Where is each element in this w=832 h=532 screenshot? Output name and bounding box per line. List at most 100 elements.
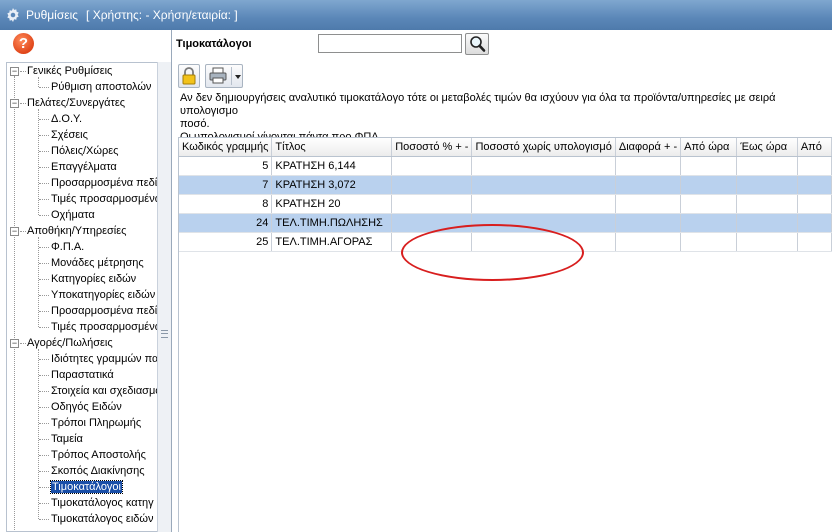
table-cell[interactable]: [797, 232, 832, 252]
table-cell[interactable]: 24: [179, 213, 273, 233]
table-cell[interactable]: [797, 156, 832, 176]
table-cell[interactable]: [797, 175, 832, 195]
table-cell[interactable]: ΤΕΛ.ΤΙΜΗ.ΠΩΛΗΣΗΣ: [271, 213, 393, 233]
tree-section[interactable]: Πελάτες/Συνεργάτες: [27, 95, 125, 111]
tree-item-label: Προσαρμοσμένα πεδί: [51, 305, 157, 317]
table-row[interactable]: 24 ΤΕΛ.ΤΙΜΗ.ΠΩΛΗΣΗΣ: [179, 213, 832, 233]
table-cell[interactable]: [471, 232, 616, 252]
tree-item[interactable]: Τρόπος Αποστολής: [51, 447, 146, 463]
table-cell[interactable]: [680, 213, 738, 233]
tree-item[interactable]: Προσαρμοσμένα πεδί: [51, 175, 157, 191]
table-cell[interactable]: [471, 156, 616, 176]
settings-tree: − Γενικές Ρυθμίσεις Ρύθμιση αποστολών − Πελά…: [6, 62, 157, 532]
table-cell[interactable]: ΤΕΛ.ΤΙΜΗ.ΑΓΟΡΑΣ: [271, 232, 393, 252]
table-cell[interactable]: 7: [179, 175, 273, 195]
table-cell[interactable]: 25: [179, 232, 273, 252]
table-cell[interactable]: [471, 194, 616, 214]
table-cell[interactable]: [680, 232, 738, 252]
tree-item[interactable]: Σκοπός Διακίνησης: [51, 463, 145, 479]
table-cell[interactable]: [615, 232, 682, 252]
table-cell[interactable]: [736, 213, 798, 233]
tree-item[interactable]: Τρόποι Πληρωμής: [51, 415, 141, 431]
table-cell[interactable]: [391, 194, 473, 214]
tree-item[interactable]: Τιμές προσαρμοσμένω: [51, 191, 157, 207]
print-button[interactable]: [205, 64, 243, 88]
tree-item[interactable]: Παραστατικά: [51, 367, 114, 383]
table-cell[interactable]: ΚΡΑΤΗΣΗ 6,144: [271, 156, 393, 176]
table-cell[interactable]: [391, 175, 473, 195]
tree-item[interactable]: Φ.Π.Α.: [51, 239, 84, 255]
tree-connector: [39, 167, 49, 168]
tree-item[interactable]: Οχήματα: [51, 207, 95, 223]
help-icon[interactable]: ?: [13, 33, 34, 54]
table-cell[interactable]: [471, 213, 616, 233]
tree-item[interactable]: Πόλεις/Χώρες: [51, 143, 118, 159]
tree-expander[interactable]: −: [10, 339, 19, 348]
tree-expander[interactable]: −: [10, 227, 19, 236]
table-cell[interactable]: [680, 194, 738, 214]
tree-item[interactable]: Επαγγέλματα: [51, 159, 117, 175]
tree-item[interactable]: Υποκατηγορίες ειδών: [51, 287, 155, 303]
column-header[interactable]: Ποσοστό χωρίς υπολογισμό: [471, 138, 616, 157]
table-cell[interactable]: [736, 156, 798, 176]
column-header[interactable]: Από: [797, 138, 832, 157]
table-cell[interactable]: [797, 213, 832, 233]
tree-item[interactable]: Κατηγορίες ειδών: [51, 271, 136, 287]
table-cell[interactable]: [736, 232, 798, 252]
tree-item[interactable]: Προσαρμοσμένα πεδί: [51, 303, 157, 319]
tree-expander[interactable]: −: [10, 99, 19, 108]
table-cell[interactable]: [391, 213, 473, 233]
table-cell[interactable]: [615, 213, 682, 233]
tree-item[interactable]: Τιμές προσαρμοσμένω: [51, 319, 157, 335]
table-cell[interactable]: ΚΡΑΤΗΣΗ 20: [271, 194, 393, 214]
table-cell[interactable]: ΚΡΑΤΗΣΗ 3,072: [271, 175, 393, 195]
column-header[interactable]: Διαφορά + -: [615, 138, 682, 157]
table-row[interactable]: 8 ΚΡΑΤΗΣΗ 20: [179, 194, 832, 214]
tree-scrollbar[interactable]: [157, 62, 171, 532]
tree-item[interactable]: Μονάδες μέτρησης: [51, 255, 144, 271]
scrollbar-grip[interactable]: [161, 330, 168, 338]
tree-item[interactable]: Τιμοκατάλογος ειδών: [51, 511, 153, 527]
table-cell[interactable]: [615, 194, 682, 214]
tree-item[interactable]: Ταμεία: [51, 431, 83, 447]
table-cell[interactable]: [391, 156, 473, 176]
table-cell[interactable]: [471, 175, 616, 195]
table-row[interactable]: 5 ΚΡΑΤΗΣΗ 6,144: [179, 156, 832, 176]
table-cell[interactable]: [680, 175, 738, 195]
column-header[interactable]: Έως ώρα: [736, 138, 798, 157]
tree-section[interactable]: Γενικές Ρυθμίσεις: [27, 63, 112, 79]
tree-item[interactable]: Τιμοκατάλογοι: [50, 479, 123, 495]
column-header[interactable]: Τίτλος: [271, 138, 393, 157]
table-cell[interactable]: 5: [179, 156, 273, 176]
table-cell[interactable]: [615, 175, 682, 195]
column-header[interactable]: Κωδικός γραμμής: [179, 138, 273, 157]
search-input[interactable]: [318, 34, 462, 53]
table-cell[interactable]: [736, 194, 798, 214]
tree-item[interactable]: Σχέσεις: [51, 127, 88, 143]
window-subtitle: [ Χρήστης: - Χρήση/εταιρία: ]: [86, 8, 238, 22]
tree-item-label: Τιμές προσαρμοσμένω: [51, 321, 157, 333]
lock-button[interactable]: [178, 64, 200, 88]
column-header[interactable]: Από ώρα: [680, 138, 738, 157]
table-cell[interactable]: [797, 194, 832, 214]
tree-item[interactable]: Ρύθμιση αποστολών: [51, 79, 151, 95]
table-row[interactable]: 25 ΤΕΛ.ΤΙΜΗ.ΑΓΟΡΑΣ: [179, 232, 832, 252]
table-cell[interactable]: [680, 156, 738, 176]
tree-item-label: Ταμεία: [51, 433, 83, 445]
chevron-down-icon[interactable]: [235, 75, 241, 79]
tree-item[interactable]: Ιδιότητες γραμμών πα: [51, 351, 157, 367]
tree-expander[interactable]: −: [10, 67, 19, 76]
tree-item[interactable]: Στοιχεία και σχεδιασμό: [51, 383, 157, 399]
search-button[interactable]: [465, 33, 489, 55]
tree-item[interactable]: Τιμοκατάλογος κατηγ: [51, 495, 154, 511]
column-header[interactable]: Ποσοστό % + -: [391, 138, 473, 157]
tree-item[interactable]: Οδηγός Ειδών: [51, 399, 122, 415]
tree-item[interactable]: Δ.Ο.Υ.: [51, 111, 82, 127]
tree-section[interactable]: Αγορές/Πωλήσεις: [27, 335, 113, 351]
table-cell[interactable]: [391, 232, 473, 252]
table-row[interactable]: 7 ΚΡΑΤΗΣΗ 3,072: [179, 175, 832, 195]
tree-section[interactable]: Αποθήκη/Υπηρεσίες: [27, 223, 126, 239]
table-cell[interactable]: [615, 156, 682, 176]
table-cell[interactable]: [736, 175, 798, 195]
table-cell[interactable]: 8: [179, 194, 273, 214]
